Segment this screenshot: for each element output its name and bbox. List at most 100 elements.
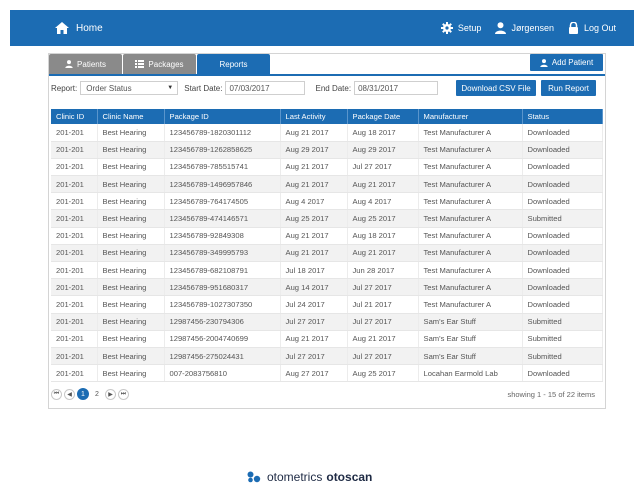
table-cell: Submitted <box>522 313 603 331</box>
table-cell: Jul 27 2017 <box>347 313 419 331</box>
logout-link[interactable]: Log Out <box>568 22 616 34</box>
table-cell: Jul 27 2017 <box>347 278 419 297</box>
table-cell: Test Manufacturer A <box>418 124 523 142</box>
table-cell: Downloaded <box>522 261 603 280</box>
table-cell: 201-201 <box>51 209 98 228</box>
table-row[interactable]: 201-201 Best Hearing 123456789-785515741 Au… <box>51 158 603 177</box>
first-page-button[interactable]: ⏮ <box>51 388 62 400</box>
table-cell: Jun 28 2017 <box>347 261 419 280</box>
home-icon <box>55 22 69 34</box>
tab-packages[interactable]: Packages <box>123 54 196 74</box>
table-cell: 201-201 <box>51 261 98 280</box>
column-header[interactable]: Last Activity <box>280 109 348 124</box>
end-date-label: End Date: <box>315 83 352 93</box>
download-csv-button[interactable]: Download CSV File <box>456 80 537 96</box>
start-date-input[interactable]: 07/03/2017 <box>225 81 306 95</box>
setup-link[interactable]: Setup <box>440 22 481 34</box>
table-row[interactable]: 201-201 Best Hearing 007-2083756810 Aug 27 … <box>51 364 603 383</box>
table-cell: Best Hearing <box>97 227 165 245</box>
prev-page-icon: ◀ <box>67 391 72 398</box>
table-cell: Aug 29 2017 <box>347 141 419 159</box>
tab-patients[interactable]: Patients <box>49 54 122 74</box>
table-cell: Aug 18 2017 <box>347 124 419 142</box>
column-header[interactable]: Clinic Name <box>97 109 165 124</box>
table-cell: Locahan Earmold Lab <box>418 364 523 383</box>
table-cell: Downloaded <box>522 227 603 245</box>
column-header[interactable]: Package Date <box>347 109 419 124</box>
table-row[interactable]: 201-201 Best Hearing 123456789-1820301112 A… <box>51 124 603 142</box>
column-header[interactable]: Clinic ID <box>51 109 98 124</box>
user-menu[interactable]: Jørgensen <box>495 22 554 34</box>
table-cell: 123456789-92849308 <box>164 227 281 245</box>
table-cell: Jul 24 2017 <box>280 295 348 314</box>
table-cell: Submitted <box>522 330 603 348</box>
table-cell: Sam's Ear Stuff <box>418 313 523 331</box>
column-header[interactable]: Manufacturer <box>418 109 523 124</box>
report-label: Report: <box>51 83 78 93</box>
table-cell: 201-201 <box>51 124 98 142</box>
tab-patients-label: Patients <box>77 59 106 69</box>
table-row[interactable]: 201-201 Best Hearing 123456789-474146571 Au… <box>51 209 603 228</box>
last-page-button[interactable]: ⏭ <box>118 388 129 400</box>
table-cell: 201-201 <box>51 330 98 348</box>
table-cell: Aug 21 2017 <box>347 330 419 348</box>
table-cell: 12987456-2004740699 <box>164 330 281 348</box>
add-patient-button[interactable]: Add Patient <box>530 54 603 71</box>
table-cell: Best Hearing <box>97 330 165 348</box>
table-row[interactable]: 201-201 Best Hearing 12987456-2004740699 Au… <box>51 330 603 348</box>
table-cell: Aug 21 2017 <box>347 244 419 263</box>
table-cell: Downloaded <box>522 244 603 263</box>
page-2-button[interactable]: 2 <box>91 388 103 400</box>
table-cell: Aug 27 2017 <box>280 364 348 383</box>
table-row[interactable]: 201-201 Best Hearing 123456789-764174505 Au… <box>51 192 603 211</box>
column-header[interactable]: Package ID <box>164 109 281 124</box>
user-icon <box>540 58 548 67</box>
tab-bar: Patients Packages Reports <box>49 54 271 74</box>
top-navigation-bar: Home Setup Jørgensen Log Out <box>10 10 634 46</box>
pagination-info: showing 1 - 15 of 22 items <box>507 389 595 399</box>
prev-page-button[interactable]: ◀ <box>64 388 75 400</box>
table-cell: Test Manufacturer A <box>418 158 523 177</box>
report-filters: Report: Order Status ▼ Start Date: 07/03… <box>51 79 603 97</box>
table-cell: Aug 21 2017 <box>280 175 348 194</box>
table-cell: Jul 27 2017 <box>347 158 419 177</box>
table-row[interactable]: 201-201 Best Hearing 123456789-1496957846 A… <box>51 175 603 194</box>
report-select-value: Order Status <box>86 83 132 93</box>
table-cell: 007-2083756810 <box>164 364 281 383</box>
home-link[interactable]: Home <box>55 22 103 34</box>
tab-reports[interactable]: Reports <box>197 54 270 74</box>
table-cell: 201-201 <box>51 227 98 245</box>
column-header[interactable]: Status <box>522 109 603 124</box>
table-row[interactable]: 201-201 Best Hearing 123456789-1262858625 A… <box>51 141 603 159</box>
report-select[interactable]: Order Status ▼ <box>80 81 179 95</box>
end-date-input[interactable]: 08/31/2017 <box>354 81 439 95</box>
logout-label: Log Out <box>583 23 616 33</box>
table-cell: Best Hearing <box>97 141 165 159</box>
table-cell: Test Manufacturer A <box>418 244 523 263</box>
last-page-icon: ⏭ <box>120 390 127 397</box>
table-cell: Downloaded <box>522 295 603 314</box>
table-cell: Aug 25 2017 <box>280 209 348 228</box>
table-cell: Jul 21 2017 <box>347 295 419 314</box>
next-page-icon: ▶ <box>108 391 113 398</box>
user-icon <box>65 60 73 68</box>
home-label: Home <box>76 22 103 34</box>
table-cell: 123456789-1262858625 <box>164 141 281 159</box>
tab-reports-label: Reports <box>219 59 248 69</box>
table-row[interactable]: 201-201 Best Hearing 123456789-1027307350 J… <box>51 295 603 314</box>
table-cell: 123456789-682108791 <box>164 261 281 280</box>
run-report-button[interactable]: Run Report <box>541 80 597 96</box>
table-cell: 123456789-349995793 <box>164 244 281 263</box>
table-row[interactable]: 201-201 Best Hearing 123456789-682108791 Ju… <box>51 261 603 280</box>
tab-underline <box>49 74 605 76</box>
table-row[interactable]: 201-201 Best Hearing 123456789-951680317 Au… <box>51 278 603 297</box>
next-page-button[interactable]: ▶ <box>105 388 116 400</box>
table-cell: 123456789-1820301112 <box>164 124 281 142</box>
table-cell: Downloaded <box>522 192 603 211</box>
table-cell: Best Hearing <box>97 244 165 263</box>
table-row[interactable]: 201-201 Best Hearing 123456789-349995793 Au… <box>51 244 603 263</box>
table-row[interactable]: 201-201 Best Hearing 12987456-275024431 Jul… <box>51 347 603 366</box>
page-1-button[interactable]: 1 <box>77 388 89 400</box>
table-row[interactable]: 201-201 Best Hearing 123456789-92849308 Aug… <box>51 227 603 245</box>
table-row[interactable]: 201-201 Best Hearing 12987456-230794306 Jul… <box>51 313 603 331</box>
